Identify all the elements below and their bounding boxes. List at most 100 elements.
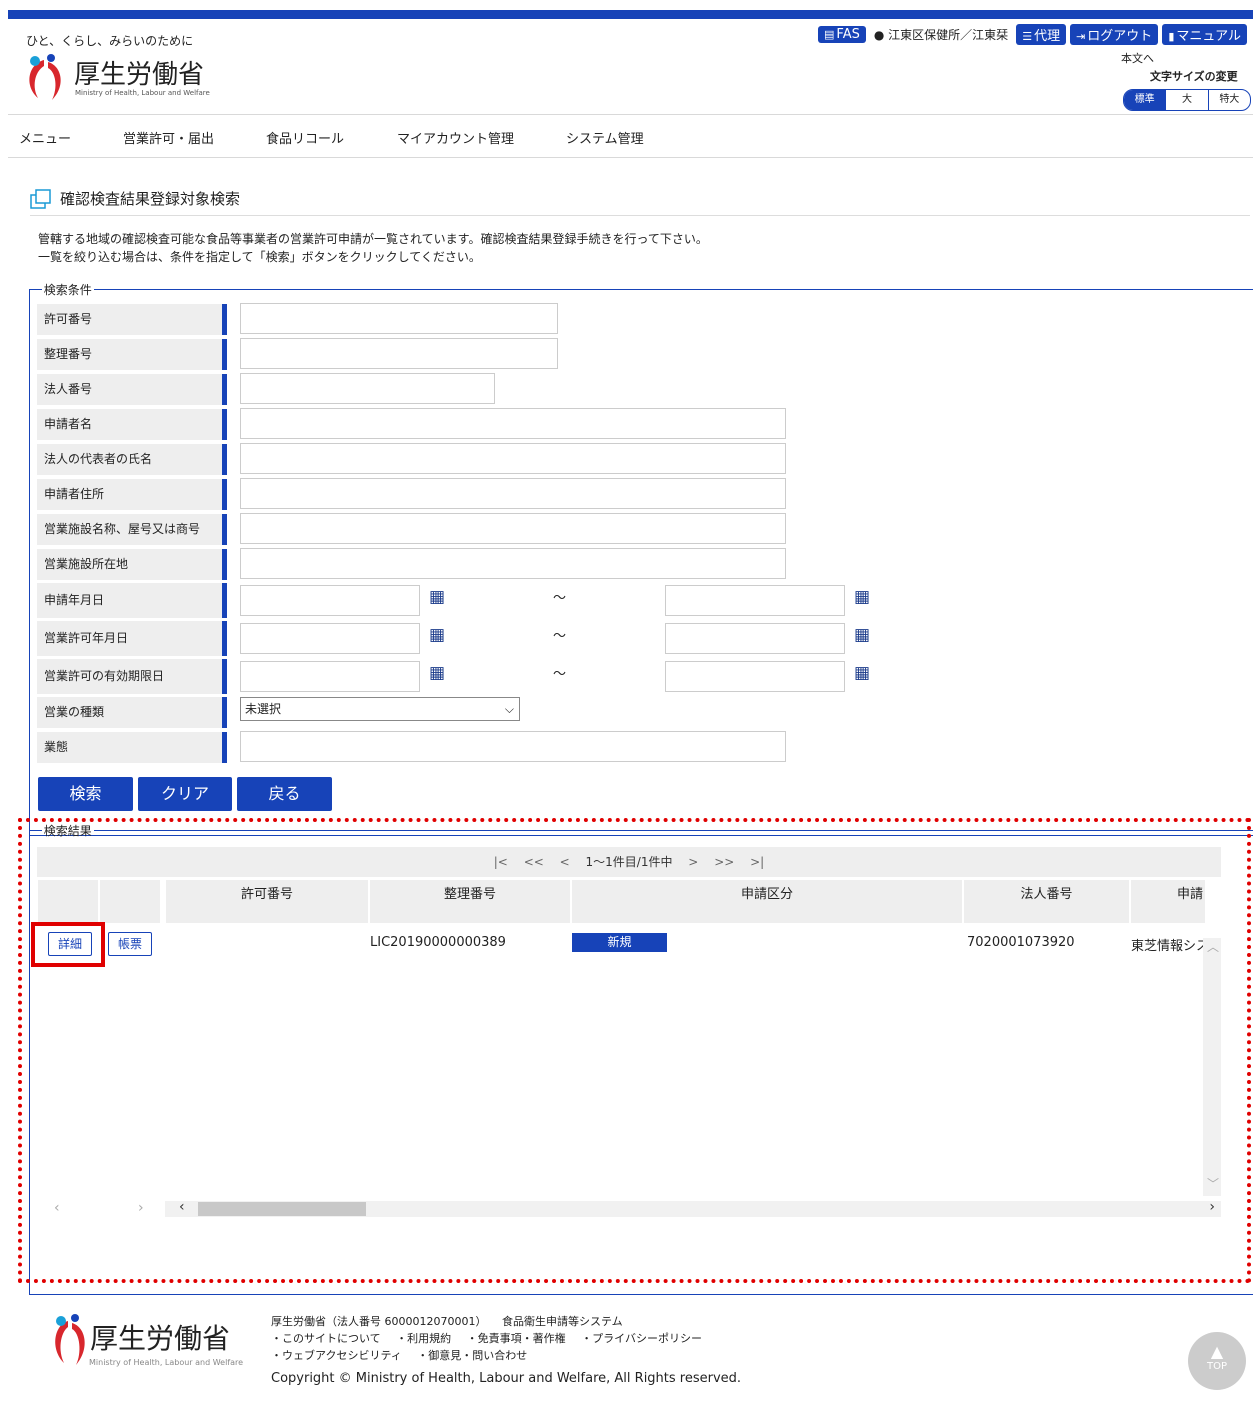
- field-label: 許可番号: [37, 304, 227, 337]
- category-badge: 新規: [572, 933, 667, 952]
- field-permit-no: 許可番号: [37, 303, 1227, 337]
- pager-next[interactable]: >: [688, 855, 698, 869]
- calendar-icon[interactable]: ▦: [854, 587, 870, 607]
- footer-link-accessibility[interactable]: ・ウェブアクセシビリティ: [271, 1349, 402, 1362]
- search-button[interactable]: 検索: [38, 777, 133, 811]
- pager-next-2[interactable]: >>: [714, 855, 734, 869]
- pager-prev[interactable]: <: [560, 855, 570, 869]
- representative-input[interactable]: [240, 443, 786, 474]
- logout-icon: ⇥: [1076, 30, 1086, 43]
- calendar-icon[interactable]: ▦: [429, 587, 445, 607]
- applicant-address-input[interactable]: [240, 478, 786, 509]
- permit-no-input[interactable]: [240, 303, 558, 334]
- horizontal-scrollbar[interactable]: ‹ ›: [165, 1199, 1221, 1217]
- back-button[interactable]: 戻る: [237, 777, 332, 811]
- facility-address-input[interactable]: [240, 548, 786, 579]
- field-business-type: 営業の種類 未選択 ⌵: [37, 697, 1227, 730]
- column-label: 申請区分: [740, 887, 793, 902]
- table-header-category: 申請区分: [572, 880, 962, 923]
- desc-line-2: 一覧を絞り込む場合は、条件を指定して「検索」ボタンをクリックしてください。: [38, 250, 481, 264]
- logo-en: Ministry of Health, Labour and Welfare: [75, 89, 210, 97]
- table-header-ref-no: 整理番号: [370, 880, 570, 923]
- footer-link-privacy[interactable]: ・プライバシーポリシー: [581, 1332, 702, 1345]
- nav-food-recall[interactable]: 食品リコール: [266, 128, 344, 147]
- main-nav: メニュー 営業許可・届出 食品リコール マイアカウント管理 システム管理: [8, 114, 1253, 158]
- form-button[interactable]: 帳票: [108, 932, 152, 956]
- facility-name-input[interactable]: [240, 513, 786, 544]
- logout-button[interactable]: ⇥ ログアウト: [1070, 24, 1159, 45]
- column-label: 申請: [1177, 887, 1204, 902]
- scroll-thumb[interactable]: [198, 1202, 366, 1216]
- pager-prev-2[interactable]: <<: [524, 855, 544, 869]
- footer-link-terms[interactable]: ・利用規約: [396, 1332, 451, 1345]
- font-size-standard[interactable]: 標準: [1124, 90, 1167, 110]
- calendar-icon[interactable]: ▦: [854, 625, 870, 645]
- nav-menu[interactable]: メニュー: [19, 128, 71, 147]
- footer-link-contact[interactable]: ・御意見・問い合わせ: [417, 1349, 527, 1362]
- application-date-to-input[interactable]: [665, 585, 845, 616]
- font-size-xlarge[interactable]: 特大: [1209, 90, 1250, 110]
- permit-date-to-input[interactable]: [665, 623, 845, 654]
- proxy-label: 代理: [1034, 29, 1061, 44]
- manual-button[interactable]: ▮ マニュアル: [1162, 24, 1247, 45]
- calendar-icon[interactable]: ▦: [854, 663, 870, 683]
- mhlw-logo[interactable]: 厚生労働省 Ministry of Health, Labour and Wel…: [22, 52, 222, 104]
- scroll-left-icon[interactable]: ‹: [54, 1200, 60, 1216]
- pager-last[interactable]: >|: [750, 855, 764, 869]
- business-type-select[interactable]: 未選択 ⌵: [240, 697, 520, 721]
- skip-to-content-link[interactable]: 本文へ: [1121, 50, 1154, 66]
- pager-first[interactable]: |<: [494, 855, 508, 869]
- cell-ref-no: LIC20190000000389: [370, 935, 506, 950]
- table-header-action-2: [100, 880, 160, 923]
- footer-link-disclaimer[interactable]: ・免責事項・著作権: [467, 1332, 566, 1345]
- field-marker: [222, 583, 227, 618]
- field-facility-address: 営業施設所在地: [37, 548, 1227, 582]
- clear-button[interactable]: クリア: [138, 777, 232, 811]
- back-to-top-button[interactable]: ▲ TOP: [1188, 1332, 1246, 1390]
- org-user: ● 江東区保健所／江東栞: [870, 26, 1012, 43]
- expiry-date-from-input[interactable]: [240, 661, 420, 692]
- scroll-down-icon[interactable]: ﹀: [1207, 1175, 1219, 1192]
- calendar-icon[interactable]: ▦: [429, 625, 445, 645]
- footer-link-about[interactable]: ・このサイトについて: [271, 1332, 381, 1345]
- nav-my-account[interactable]: マイアカウント管理: [397, 128, 514, 147]
- field-marker: [222, 339, 227, 370]
- field-label: 申請者名: [37, 409, 227, 442]
- scroll-right-icon[interactable]: ›: [1209, 1199, 1215, 1215]
- scroll-left-icon[interactable]: ‹: [179, 1199, 185, 1215]
- font-size-large[interactable]: 大: [1166, 90, 1209, 110]
- nav-business-permit[interactable]: 営業許可・届出: [123, 128, 214, 147]
- mhlw-logo-icon: [29, 54, 61, 100]
- ref-no-input[interactable]: [240, 338, 558, 369]
- field-marker: [222, 697, 227, 728]
- business-form-input[interactable]: [240, 731, 786, 762]
- list-icon: ☰: [1022, 30, 1033, 43]
- corp-no-input[interactable]: [240, 373, 495, 404]
- field-marker: [222, 374, 227, 405]
- fas-button[interactable]: ▤ FAS: [818, 26, 866, 43]
- user-icon: ●: [873, 28, 885, 42]
- vertical-scrollbar[interactable]: ︿ ﹀: [1203, 938, 1221, 1196]
- copyright: Copyright © Ministry of Health, Labour a…: [271, 1371, 742, 1386]
- table-header-applicant: 申請: [1131, 880, 1205, 923]
- scroll-right-icon[interactable]: ›: [138, 1200, 144, 1216]
- scroll-up-icon[interactable]: ︿: [1207, 938, 1219, 955]
- arrow-up-icon: ▲: [1210, 1342, 1224, 1361]
- top-label: TOP: [1206, 1361, 1227, 1372]
- nav-system-admin[interactable]: システム管理: [566, 128, 644, 147]
- expiry-date-to-input[interactable]: [665, 661, 845, 692]
- proxy-button[interactable]: ☰ 代理: [1016, 24, 1067, 45]
- permit-date-from-input[interactable]: [240, 623, 420, 654]
- applicant-name-input[interactable]: [240, 408, 786, 439]
- field-marker: [222, 444, 227, 475]
- footer-system-link[interactable]: 食品衛生申請等システム: [502, 1315, 623, 1328]
- footer-org-link[interactable]: 厚生労働省（法人番号 6000012070001）: [271, 1315, 486, 1328]
- top-accent-bar: [8, 10, 1253, 19]
- field-label: 法人の代表者の氏名: [37, 444, 227, 477]
- field-label: 営業許可年月日: [37, 621, 227, 658]
- calendar-icon[interactable]: ▦: [429, 663, 445, 683]
- font-size-label: 文字サイズの変更: [1150, 70, 1238, 83]
- application-date-from-input[interactable]: [240, 585, 420, 616]
- footer-logo[interactable]: 厚生労働省 Ministry of Health, Labour and Wel…: [50, 1311, 270, 1371]
- field-marker: [222, 732, 227, 763]
